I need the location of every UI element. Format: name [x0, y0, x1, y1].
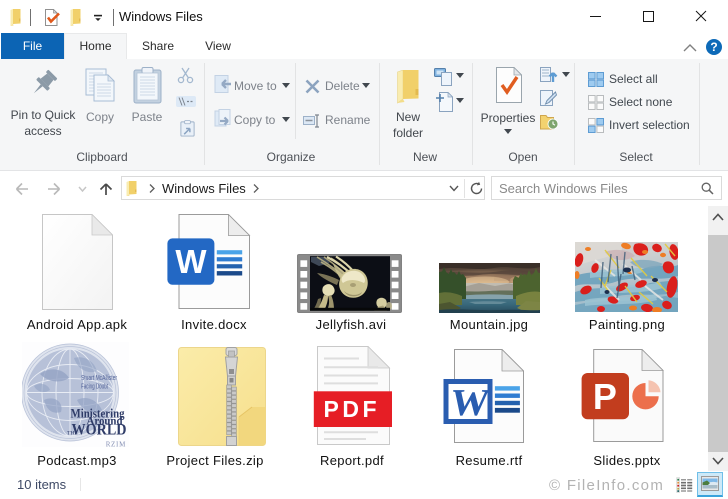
svg-text:Facing Doubt: Facing Doubt [81, 384, 108, 391]
svg-text:RZIM: RZIM [106, 441, 126, 448]
svg-text:THE: THE [67, 431, 78, 437]
svg-text:W: W [175, 243, 207, 280]
svg-text:Stuart McAllister: Stuart McAllister [81, 375, 117, 382]
svg-text:W: W [448, 382, 492, 424]
svg-text:WORLD: WORLD [72, 422, 127, 439]
svg-text:P: P [593, 376, 617, 417]
svg-text:PDF: PDF [324, 396, 381, 422]
